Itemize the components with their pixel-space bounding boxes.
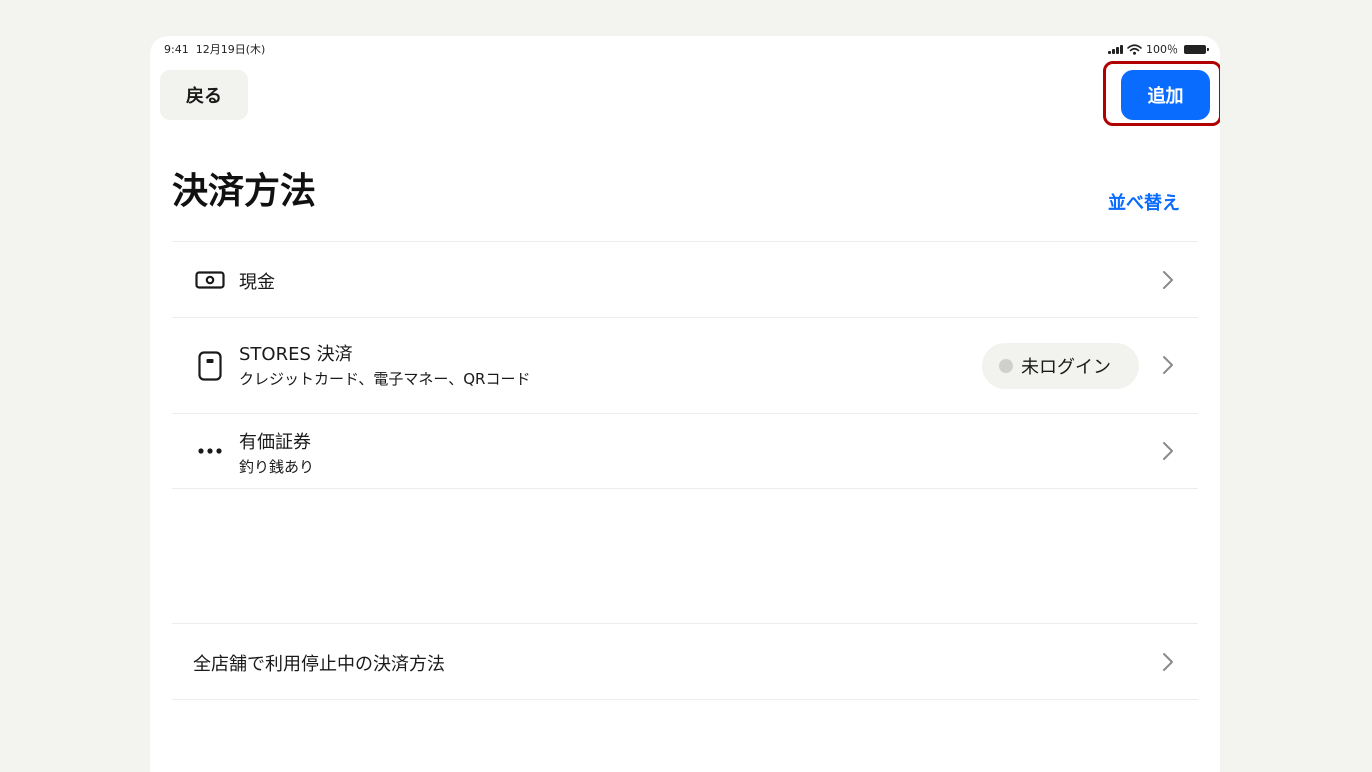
chevron-right-icon — [1163, 653, 1173, 671]
payment-method-row-stores[interactable]: STORES 決済 クレジットカード、電子マネー、QRコード 未ログイン — [172, 318, 1198, 413]
suspended-methods-row[interactable]: 全店舗で利用停止中の決済方法 — [172, 624, 1198, 699]
battery-percent: 100％ — [1146, 43, 1178, 56]
payment-method-subtitle: クレジットカード、電子マネー、QRコード — [239, 370, 531, 388]
cellular-signal-icon — [1108, 44, 1123, 54]
login-status-badge: 未ログイン — [982, 343, 1139, 389]
status-dot-icon — [999, 359, 1013, 373]
status-time: 9:41 12月19日(木) — [164, 41, 265, 57]
card-reader-icon — [195, 351, 225, 381]
divider — [172, 488, 1198, 489]
sort-button[interactable]: 並べ替え — [1108, 189, 1180, 215]
tablet-screen: 9:41 12月19日(木) 100％ 戻る 追加 決済方法 並べ替え 現金 S… — [150, 36, 1220, 772]
status-indicators: 100％ — [1108, 41, 1209, 57]
login-status-text: 未ログイン — [1021, 357, 1111, 378]
chevron-right-icon — [1163, 356, 1173, 374]
chevron-right-icon — [1163, 271, 1173, 289]
wifi-icon — [1127, 43, 1142, 55]
payment-method-subtitle: 釣り銭あり — [239, 458, 315, 476]
chevron-right-icon — [1163, 442, 1173, 460]
status-date: 12月19日(木) — [195, 43, 266, 56]
add-button[interactable]: 追加 — [1121, 70, 1210, 120]
cash-icon — [195, 270, 225, 290]
payment-method-title: 有価証券 — [239, 432, 311, 453]
more-dots-icon — [195, 446, 225, 456]
payment-method-row-securities[interactable]: 有価証券 釣り銭あり — [172, 414, 1198, 489]
page-title: 決済方法 — [172, 171, 317, 212]
payment-method-title: STORES 決済 — [239, 344, 353, 365]
back-button[interactable]: 戻る — [160, 70, 248, 120]
battery-icon — [1184, 44, 1209, 54]
status-bar: 9:41 12月19日(木) 100％ — [150, 36, 1220, 60]
status-clock: 9:41 — [164, 43, 189, 56]
payment-method-row-cash[interactable]: 現金 — [172, 242, 1198, 317]
divider — [172, 699, 1198, 700]
payment-method-title: 現金 — [239, 272, 275, 293]
suspended-methods-label: 全店舗で利用停止中の決済方法 — [193, 654, 445, 675]
